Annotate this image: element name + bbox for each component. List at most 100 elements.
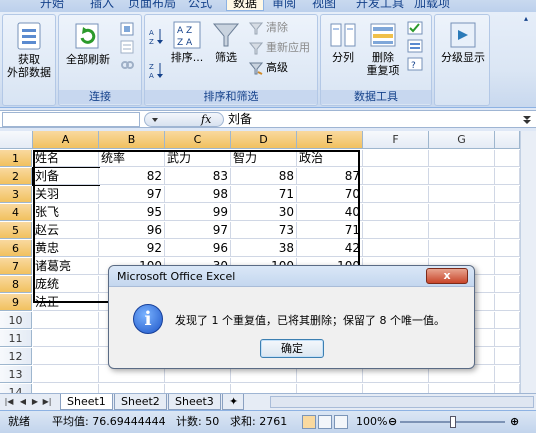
cell-e6[interactable]: 42 (297, 240, 363, 257)
column-header-partial[interactable] (495, 131, 520, 149)
cell-f5[interactable] (363, 222, 429, 239)
cell-a6[interactable]: 黄忠 (33, 240, 99, 257)
sort-desc-button[interactable]: ZA (149, 61, 165, 79)
row-header-4[interactable]: 4 (0, 204, 32, 221)
row-header-10[interactable]: 10 (0, 312, 32, 329)
cell-c6[interactable]: 96 (165, 240, 231, 257)
tab-data[interactable]: 数据 (226, 0, 265, 11)
tab-addins[interactable]: 加载项 (414, 0, 450, 11)
cell-e1[interactable]: 政治 (297, 150, 363, 167)
cell-h10[interactable] (495, 312, 520, 329)
cell-a9[interactable]: 法正 (33, 294, 99, 311)
row-header-13[interactable]: 13 (0, 366, 32, 383)
row-header-14[interactable]: 14 (0, 384, 32, 393)
cell-g2[interactable] (429, 168, 495, 185)
zoom-out-icon[interactable]: ⊖ (388, 411, 397, 433)
cell-d4[interactable]: 30 (231, 204, 297, 221)
zoom-slider-knob[interactable] (450, 416, 456, 428)
dialog-titlebar[interactable]: Microsoft Office Excel x (109, 266, 474, 287)
cell-b6[interactable]: 92 (99, 240, 165, 257)
column-header-g[interactable]: G (429, 131, 495, 149)
row-header-2[interactable]: 2 (0, 168, 32, 185)
cell-e14[interactable] (297, 384, 363, 393)
cell-d1[interactable]: 智力 (231, 150, 297, 167)
zoom-in-icon[interactable]: ⊕ (510, 411, 519, 433)
tab-view[interactable]: 视图 (312, 0, 336, 11)
cell-d5[interactable]: 73 (231, 222, 297, 239)
normal-view-icon[interactable] (302, 415, 316, 429)
column-header-e[interactable]: E (297, 131, 363, 149)
insert-sheet-icon[interactable]: ✦ (222, 394, 244, 410)
cell-e4[interactable]: 40 (297, 204, 363, 221)
fx-icon[interactable]: fx (201, 113, 211, 126)
row-header-6[interactable]: 6 (0, 240, 32, 257)
cell-g5[interactable] (429, 222, 495, 239)
next-sheet-icon[interactable]: ▶ (30, 396, 40, 408)
cell-a5[interactable]: 赵云 (33, 222, 99, 239)
properties-icon[interactable] (119, 39, 135, 55)
row-header-5[interactable]: 5 (0, 222, 32, 239)
tab-formulas[interactable]: 公式 (188, 0, 212, 11)
cell-a13[interactable] (33, 366, 99, 383)
column-header-f[interactable]: F (363, 131, 429, 149)
cell-b14[interactable] (99, 384, 165, 393)
cell-b5[interactable]: 96 (99, 222, 165, 239)
vertical-scrollbar[interactable] (520, 131, 536, 393)
ok-button[interactable]: 确定 (260, 339, 324, 358)
cell-a11[interactable] (33, 330, 99, 347)
cell-d2[interactable]: 88 (231, 168, 297, 185)
cell-f4[interactable] (363, 204, 429, 221)
cell-e3[interactable]: 70 (297, 186, 363, 203)
column-header-c[interactable]: C (165, 131, 231, 149)
cell-c5[interactable]: 97 (165, 222, 231, 239)
first-sheet-icon[interactable]: |◀ (4, 396, 14, 408)
cell-c2[interactable]: 83 (165, 168, 231, 185)
horizontal-scrollbar[interactable] (270, 396, 534, 408)
text-to-columns-button[interactable]: 分列 (325, 21, 361, 64)
row-header-3[interactable]: 3 (0, 186, 32, 203)
tab-page-layout[interactable]: 页面布局 (128, 0, 176, 11)
cell-h11[interactable] (495, 330, 520, 347)
cell-f14[interactable] (363, 384, 429, 393)
prev-sheet-icon[interactable]: ◀ (18, 396, 28, 408)
zoom-level[interactable]: 100% (356, 411, 387, 433)
row-header-9[interactable]: 9 (0, 294, 32, 311)
cell-e5[interactable]: 71 (297, 222, 363, 239)
cell-h6[interactable] (495, 240, 520, 257)
formula-expand-icon[interactable] (521, 113, 533, 125)
edit-links-icon[interactable] (119, 57, 135, 73)
row-header-11[interactable]: 11 (0, 330, 32, 347)
cell-f1[interactable] (363, 150, 429, 167)
cell-e2[interactable]: 87 (297, 168, 363, 185)
column-header-d[interactable]: D (231, 131, 297, 149)
reapply-button[interactable]: 重新应用 (249, 39, 310, 57)
cell-c3[interactable]: 98 (165, 186, 231, 203)
tab-developer[interactable]: 开发工具 (356, 0, 404, 11)
row-header-12[interactable]: 12 (0, 348, 32, 365)
formula-input[interactable]: 刘备 (226, 112, 516, 127)
cell-b3[interactable]: 97 (99, 186, 165, 203)
connections-icon[interactable] (119, 21, 135, 37)
cell-g6[interactable] (429, 240, 495, 257)
cell-d14[interactable] (231, 384, 297, 393)
advanced-filter-button[interactable]: 高级 (249, 59, 288, 77)
name-box-dropdown-icon[interactable] (149, 114, 161, 126)
cell-c14[interactable] (165, 384, 231, 393)
cell-h9[interactable] (495, 294, 520, 311)
cell-g3[interactable] (429, 186, 495, 203)
cell-f6[interactable] (363, 240, 429, 257)
cell-h12[interactable] (495, 348, 520, 365)
get-external-data-button[interactable]: 获取 外部数据 (5, 21, 53, 79)
cell-a8[interactable]: 庞统 (33, 276, 99, 293)
cell-h4[interactable] (495, 204, 520, 221)
cell-c4[interactable]: 99 (165, 204, 231, 221)
row-header-8[interactable]: 8 (0, 276, 32, 293)
dialog-close-button[interactable]: x (426, 268, 468, 284)
filter-button[interactable]: 筛选 (209, 21, 243, 64)
remove-duplicates-button[interactable]: 删除 重复项 (363, 21, 403, 77)
sort-asc-button[interactable]: AZ (149, 27, 165, 45)
cell-f3[interactable] (363, 186, 429, 203)
cell-g4[interactable] (429, 204, 495, 221)
cell-c1[interactable]: 武力 (165, 150, 231, 167)
row-header-7[interactable]: 7 (0, 258, 32, 275)
